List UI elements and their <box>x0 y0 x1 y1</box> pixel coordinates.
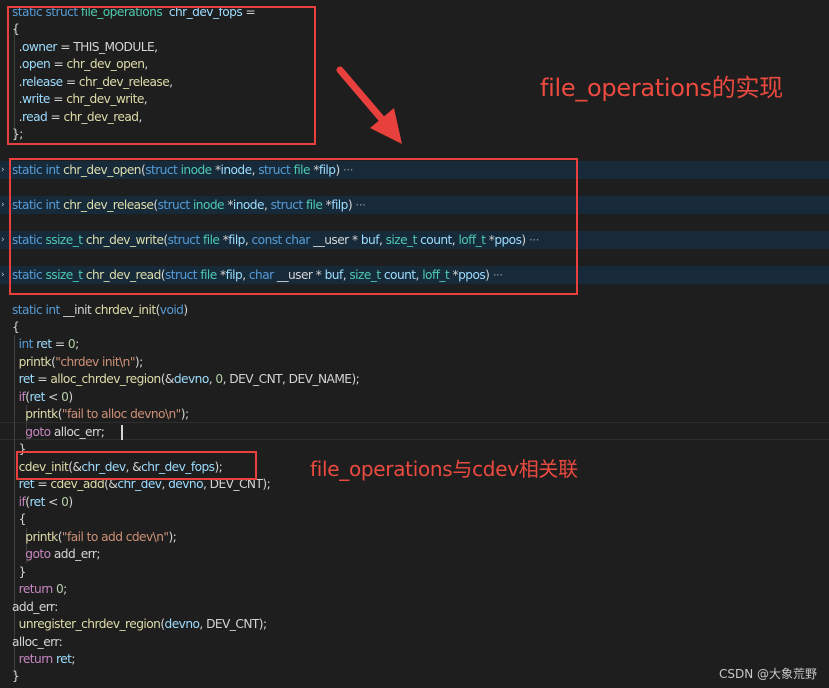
code-token: return <box>18 652 54 666</box>
code-line[interactable]: int ret = 0; <box>12 336 80 353</box>
code-token: add_err; <box>50 547 101 561</box>
code-line[interactable]: add_err: <box>12 599 58 616</box>
code-token: , DEV_CNT); <box>199 617 267 631</box>
code-token: int <box>18 337 34 351</box>
code-token: < <box>44 495 62 509</box>
code-token: printk <box>25 407 58 421</box>
red-arrow-icon <box>336 66 402 144</box>
code-token: ; <box>63 582 67 596</box>
code-line[interactable]: if(ret < 0) <box>12 494 74 511</box>
code-token: { <box>12 512 27 526</box>
chevron-right-icon[interactable]: › <box>1 196 7 214</box>
code-token: = <box>34 372 51 386</box>
code-token: int <box>45 303 61 317</box>
code-token: goto <box>25 547 51 561</box>
chevron-right-icon[interactable]: › <box>1 266 7 284</box>
code-token: add_err: <box>12 600 58 614</box>
code-editor[interactable]: › › › › static struct file_operations ch… <box>0 0 829 688</box>
code-token: ) <box>183 303 188 317</box>
code-token: } <box>12 565 27 579</box>
code-token: printk <box>25 530 58 544</box>
code-token: "chrdev init\n" <box>55 355 135 369</box>
code-line[interactable]: alloc_err: <box>12 634 63 651</box>
code-token: unregister_chrdev_region <box>18 617 161 631</box>
code-token: static <box>12 303 43 317</box>
code-line[interactable]: unregister_chrdev_region(devno, DEV_CNT)… <box>12 616 267 633</box>
code-line[interactable]: goto alloc_err; <box>12 424 105 441</box>
text-cursor <box>121 425 123 440</box>
code-token: ; <box>71 652 75 666</box>
code-token: = <box>51 337 68 351</box>
current-line-highlight <box>0 422 829 440</box>
code-line[interactable]: return 0; <box>12 581 68 598</box>
code-token: "fail to alloc devno\n" <box>61 407 181 421</box>
watermark: CSDN @大象荒野 <box>718 667 817 681</box>
code-token: goto <box>25 425 51 439</box>
code-token: devno <box>173 372 209 386</box>
chevron-right-icon[interactable]: › <box>1 231 7 249</box>
code-token: alloc_err; <box>50 425 105 439</box>
code-token: ; <box>75 337 79 351</box>
code-token: devno <box>164 617 200 631</box>
code-line[interactable]: { <box>12 319 20 336</box>
code-token: 0 <box>215 372 223 386</box>
code-line[interactable]: static int __init chrdev_init(void) <box>12 302 188 319</box>
code-token: { <box>12 320 20 334</box>
code-token: ret <box>55 652 72 666</box>
code-token: alloc_err: <box>12 635 63 649</box>
code-line[interactable]: printk("fail to add cdev\n"); <box>12 529 176 546</box>
code-line[interactable]: printk("chrdev init\n"); <box>12 354 144 371</box>
code-token: (& <box>160 372 175 386</box>
cdev-init-highlight-box <box>16 451 257 480</box>
code-token: ); <box>134 355 143 369</box>
code-token: alloc_chrdev_region <box>50 372 161 386</box>
chevron-right-icon[interactable]: › <box>1 161 7 179</box>
link-annotation: file_operations与cdev相关联 <box>310 457 578 481</box>
code-token: return <box>18 582 54 596</box>
code-token: } <box>12 669 20 683</box>
code-line[interactable]: return ret; <box>12 651 76 668</box>
code-token: printk <box>18 355 52 369</box>
code-token: ) <box>68 390 73 404</box>
code-line[interactable]: printk("fail to alloc devno\n"); <box>12 406 189 423</box>
code-token: ); <box>180 407 189 421</box>
code-line[interactable]: { <box>12 511 27 528</box>
code-token: ret <box>29 495 45 509</box>
code-token: ) <box>68 495 73 509</box>
fops-functions-highlight-box <box>9 158 578 295</box>
code-line[interactable]: goto add_err; <box>12 546 100 563</box>
code-line[interactable]: if(ret < 0) <box>12 389 74 406</box>
code-token: ret <box>18 372 35 386</box>
code-line[interactable]: ret = alloc_chrdev_region(&devno, 0, DEV… <box>12 371 360 388</box>
code-token: void <box>159 303 184 317</box>
fops-annotation: file_operations的实现 <box>540 74 783 102</box>
code-token: __init <box>59 303 95 317</box>
code-token: ); <box>168 530 177 544</box>
fops-struct-highlight-box <box>7 6 316 145</box>
code-token: chrdev_init <box>94 303 157 317</box>
code-token: "fail to add cdev\n" <box>61 530 169 544</box>
code-line[interactable]: } <box>12 564 27 581</box>
code-token: , DEV_CNT, DEV_NAME); <box>222 372 360 386</box>
code-token: < <box>44 390 62 404</box>
code-token: ret <box>29 390 45 404</box>
code-line[interactable]: } <box>12 668 20 685</box>
code-token: ret <box>36 337 52 351</box>
